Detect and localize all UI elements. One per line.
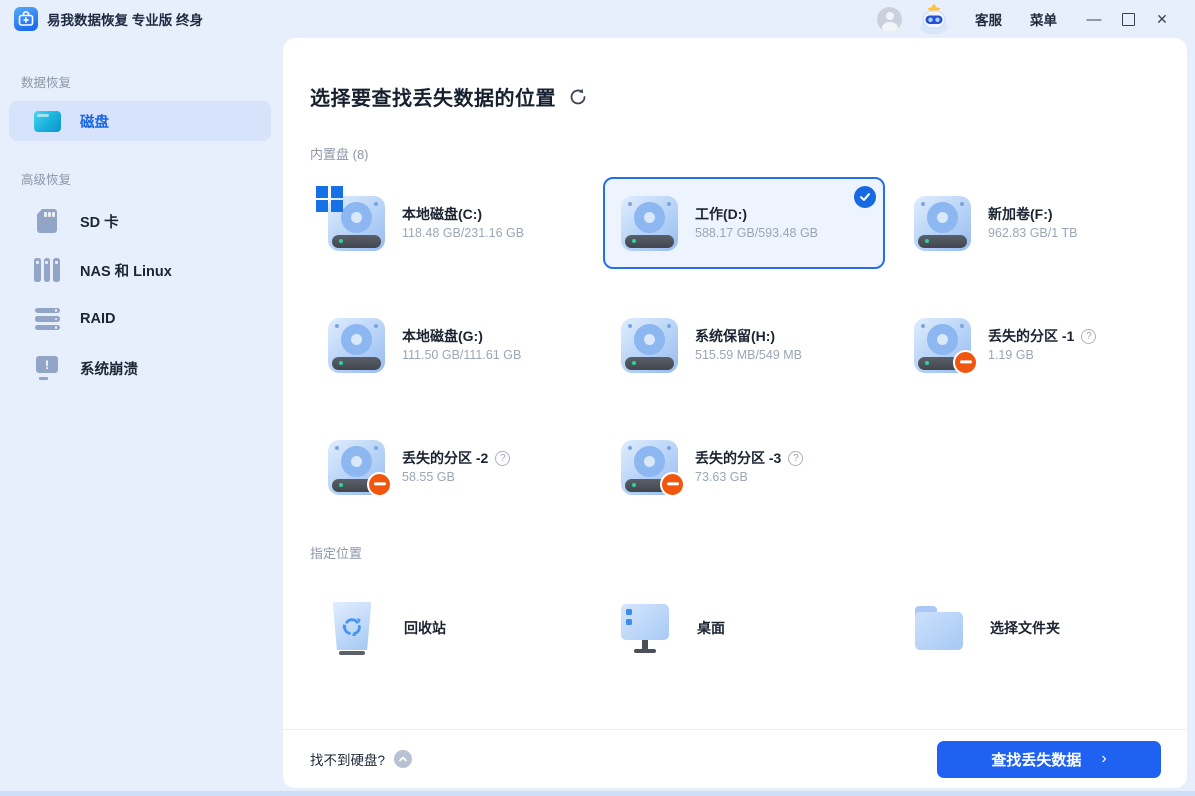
drive-card[interactable]: 本地磁盘(C:) 118.48 GB/231.16 GB (310, 177, 592, 269)
page-title: 选择要查找丢失数据的位置 (310, 82, 556, 111)
arrow-right-icon: › (1101, 750, 1106, 768)
drive-card[interactable]: 本地磁盘(G:) 111.50 GB/111.61 GB (310, 299, 592, 391)
drive-capacity: 118.48 GB/231.16 GB (402, 226, 524, 240)
hard-drive-icon (914, 318, 971, 373)
scan-button-label: 查找丢失数据 (991, 749, 1081, 770)
drive-name: 本地磁盘(G:) (402, 326, 483, 346)
maximize-icon (1122, 13, 1135, 26)
drive-name: 工作(D:) (695, 204, 747, 224)
chevron-up-icon[interactable] (394, 750, 412, 768)
drive-card[interactable]: 系统保留(H:) 515.59 MB/549 MB (603, 299, 885, 391)
location-label: 选择文件夹 (990, 618, 1060, 638)
drive-name: 新加卷(F:) (988, 204, 1053, 224)
help-icon[interactable]: ? (495, 451, 510, 466)
drive-card[interactable]: 丢失的分区 -2? 58.55 GB (310, 421, 592, 513)
hard-drive-icon (328, 440, 385, 495)
sidebar-item-disk[interactable]: 磁盘 (9, 101, 271, 141)
sidebar-item-label: SD 卡 (80, 211, 119, 232)
maximize-button[interactable] (1111, 4, 1145, 34)
drive-grid: 本地磁盘(C:) 118.48 GB/231.16 GB 工作(D:) 588.17 … (310, 177, 1161, 513)
sidebar-item-label: 磁盘 (80, 111, 109, 132)
footer-bar: 找不到硬盘? 查找丢失数据 › (283, 729, 1187, 788)
sidebar-item-nas-linux[interactable]: NAS 和 Linux (9, 247, 271, 293)
hard-drive-icon (914, 196, 971, 251)
locations-grid: 回收站 桌面 选择文件夹 (310, 586, 1161, 670)
sidebar-item-label: 系统崩溃 (80, 358, 138, 379)
user-avatar[interactable] (877, 7, 902, 32)
main-panel: 选择要查找丢失数据的位置 内置盘 (8) 本地磁盘(C:) 118.48 GB/2… (283, 38, 1187, 788)
sidebar-section-label: 高级恢复 (21, 169, 280, 188)
lost-partition-minus-badge (660, 472, 685, 497)
specified-locations-label: 指定位置 (310, 543, 1161, 562)
titlebar: 易我数据恢复 专业版 终身 客服 菜单 — ✕ (0, 0, 1195, 38)
close-button[interactable]: ✕ (1145, 4, 1179, 34)
drive-capacity: 111.50 GB/111.61 GB (402, 348, 521, 362)
nas-server-icon (34, 258, 60, 282)
minimize-button[interactable]: — (1077, 4, 1111, 34)
drive-capacity: 515.59 MB/549 MB (695, 348, 802, 362)
sidebar: 数据恢复磁盘高级恢复 SD 卡 NAS 和 Linux RAID! 系统崩溃 (0, 38, 280, 790)
check-icon (854, 186, 876, 208)
drive-capacity: 58.55 GB (402, 470, 455, 484)
drive-name: 丢失的分区 -3 (695, 448, 781, 468)
drive-card[interactable]: 新加卷(F:) 962.83 GB/1 TB (896, 177, 1178, 269)
sidebar-item-label: RAID (80, 311, 115, 327)
drive-card[interactable]: 丢失的分区 -3? 73.63 GB (603, 421, 885, 513)
hard-drive-icon (621, 440, 678, 495)
hard-drive-icon (621, 318, 678, 373)
sidebar-item-raid[interactable]: RAID (9, 296, 271, 342)
drive-name: 丢失的分区 -2 (402, 448, 488, 468)
app-logo-icon (14, 7, 38, 31)
sidebar-section-label: 数据恢复 (21, 72, 280, 91)
sidebar-item-system-crash[interactable]: ! 系统崩溃 (9, 345, 271, 391)
cant-find-drive-link[interactable]: 找不到硬盘? (310, 749, 385, 769)
internal-disks-label: 内置盘 (8) (310, 144, 1161, 163)
sidebar-item-label: NAS 和 Linux (80, 260, 172, 281)
location-label: 桌面 (697, 618, 725, 638)
drive-name: 丢失的分区 -1 (988, 326, 1074, 346)
drive-card[interactable]: 工作(D:) 588.17 GB/593.48 GB (603, 177, 885, 269)
menu-button[interactable]: 菜单 (1030, 9, 1057, 29)
location-item[interactable]: 桌面 (603, 586, 885, 670)
drive-capacity: 962.83 GB/1 TB (988, 226, 1077, 240)
folder-icon (912, 600, 964, 656)
help-icon[interactable]: ? (788, 451, 803, 466)
scan-lost-data-button[interactable]: 查找丢失数据 › (937, 741, 1161, 778)
refresh-icon[interactable] (568, 87, 588, 107)
drive-name: 本地磁盘(C:) (402, 204, 482, 224)
drive-name: 系统保留(H:) (695, 326, 775, 346)
sidebar-item-sd-card[interactable]: SD 卡 (9, 198, 271, 244)
sd-card-icon (37, 209, 57, 233)
location-label: 回收站 (404, 618, 446, 638)
recycle-bin-icon (326, 600, 378, 656)
assistant-robot-icon[interactable] (917, 2, 951, 36)
windows-logo-icon (316, 186, 343, 213)
drive-card[interactable]: 丢失的分区 -1? 1.19 GB (896, 299, 1178, 391)
hard-drive-icon (328, 318, 385, 373)
customer-service-button[interactable]: 客服 (975, 9, 1002, 29)
drive-capacity: 588.17 GB/593.48 GB (695, 226, 818, 240)
drive-capacity: 1.19 GB (988, 348, 1034, 362)
location-item[interactable]: 回收站 (310, 586, 592, 670)
drive-capacity: 73.63 GB (695, 470, 748, 484)
window-bottom-edge (0, 791, 1195, 796)
system-crash-icon: ! (35, 356, 59, 380)
help-icon[interactable]: ? (1081, 329, 1096, 344)
window-title: 易我数据恢复 专业版 终身 (47, 9, 203, 29)
desktop-icon (619, 600, 671, 656)
lost-partition-minus-badge (367, 472, 392, 497)
lost-partition-minus-badge (953, 350, 978, 375)
hard-drive-icon (621, 196, 678, 251)
disk-drive-icon (34, 111, 61, 132)
location-item[interactable]: 选择文件夹 (896, 586, 1178, 670)
raid-array-icon (35, 308, 60, 331)
